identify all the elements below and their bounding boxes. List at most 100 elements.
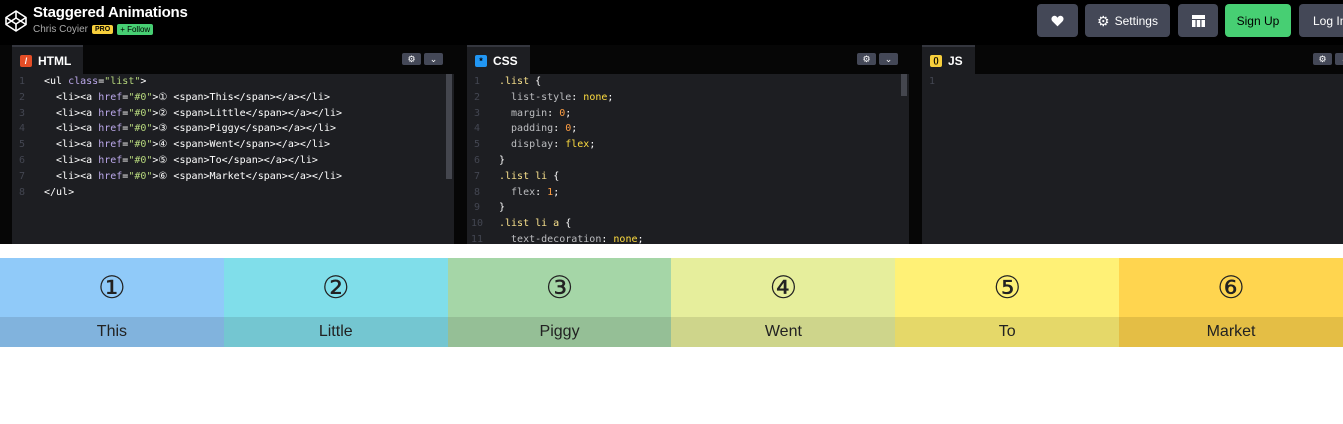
result-item-number: ② xyxy=(223,258,448,317)
code-token: : xyxy=(571,91,584,103)
code-line: 4 <li><a href="#0">③ <span>Piggy</span><… xyxy=(12,121,454,137)
line-number: 4 xyxy=(473,123,481,135)
result-item-number: ③ xyxy=(447,258,672,317)
result-item-label: Piggy xyxy=(447,317,672,347)
code-token: Went xyxy=(209,139,234,151)
code-line: 1 xyxy=(922,74,1343,90)
code-token: <a xyxy=(80,123,99,135)
settings-label: Settings xyxy=(1114,13,1158,28)
code-token: <ul xyxy=(44,76,69,87)
line-number: 1 xyxy=(18,76,26,87)
code-token: ; xyxy=(607,91,614,103)
html-editor-pane: / HTML ⚙ ⌄ 1 <ul class="list"> 2 <li><a hr… xyxy=(12,45,454,244)
js-chevron-down-icon[interactable]: ⌄ xyxy=(1335,53,1343,65)
result-item-market[interactable]: ⑥ Market xyxy=(1119,258,1343,347)
code-line: 8 </ul> xyxy=(12,185,454,201)
result-item-number: ① xyxy=(0,258,224,317)
line-number: 1 xyxy=(928,76,936,87)
follow-button[interactable]: + Follow xyxy=(117,23,154,35)
code-text: <li><a href="#0">③ <span>Piggy</span></a… xyxy=(44,121,336,137)
code-text: flex: 1; xyxy=(499,185,559,201)
html-code-editor[interactable]: 1 <ul class="list"> 2 <li><a href="#0">① <… xyxy=(12,74,454,244)
sign-up-button[interactable]: Sign Up xyxy=(1225,4,1291,37)
js-code-editor[interactable]: 1 xyxy=(922,74,1343,244)
js-settings-icon[interactable]: ⚙ xyxy=(1313,53,1332,65)
code-text: list-style: none; xyxy=(499,90,613,106)
heart-button[interactable] xyxy=(1037,4,1078,37)
editors-area: / HTML ⚙ ⌄ 1 <ul class="list"> 2 <li><a hr… xyxy=(0,45,1343,244)
code-token: Market xyxy=(209,170,246,182)
code-text: <li><a href="#0">⑥ <span>Market</span></… xyxy=(44,169,342,185)
code-token: <li> xyxy=(44,91,81,103)
code-token: This xyxy=(209,91,234,103)
code-token: >⑤ xyxy=(152,154,174,166)
log-in-button[interactable]: Log In xyxy=(1299,4,1343,37)
css-scrollbar[interactable] xyxy=(901,74,907,96)
top-bar: Staggered Animations Chris Coyier PRO + … xyxy=(0,0,1343,45)
css-code-editor[interactable]: 1 .list {2 list-style: none; 3 margin: 0; 4… xyxy=(467,74,909,244)
code-token: <span> xyxy=(173,139,210,151)
result-item-number: ④ xyxy=(671,258,896,317)
settings-button[interactable]: ⚙ Settings xyxy=(1085,4,1170,37)
code-token: : xyxy=(601,233,614,244)
css-chevron-down-icon[interactable]: ⌄ xyxy=(879,53,898,65)
code-token: >① xyxy=(152,91,174,103)
code-token: <li> xyxy=(44,107,81,119)
code-token: "#0" xyxy=(128,154,153,166)
code-text: <ul class="list"> xyxy=(44,74,146,90)
result-item-little[interactable]: ② Little xyxy=(223,258,448,347)
line-number: 3 xyxy=(473,107,481,119)
code-token: <span> xyxy=(173,91,210,103)
html-scrollbar[interactable] xyxy=(446,74,452,179)
result-item-number: ⑥ xyxy=(1119,258,1343,317)
code-token: > xyxy=(140,76,147,87)
result-item-label: Little xyxy=(223,317,448,347)
code-token: <a xyxy=(80,91,99,103)
code-token: </span></a></li> xyxy=(233,139,330,151)
code-text: <li><a href="#0">② <span>Little</span></… xyxy=(44,106,342,122)
code-token: <a xyxy=(80,170,99,182)
code-line: 2 <li><a href="#0">① <span>This</span></… xyxy=(12,90,454,106)
line-number: 2 xyxy=(473,91,481,103)
result-item-piggy[interactable]: ③ Piggy xyxy=(447,258,672,347)
layout-button[interactable] xyxy=(1178,4,1218,37)
js-icon: () xyxy=(930,54,942,67)
codepen-logo-icon[interactable] xyxy=(4,9,28,33)
code-token: "list" xyxy=(104,76,141,87)
code-text: text-decoration: none; xyxy=(499,232,644,244)
line-number: 6 xyxy=(473,154,481,166)
tab-html[interactable]: / HTML xyxy=(12,45,84,74)
tab-js[interactable]: () JS xyxy=(922,45,975,74)
code-token: ; xyxy=(589,139,596,151)
author-name[interactable]: Chris Coyier xyxy=(33,24,88,35)
code-token: </ul> xyxy=(44,186,75,198)
css-settings-icon[interactable]: ⚙ xyxy=(857,53,876,65)
code-text: } xyxy=(499,200,505,216)
result-item-label: This xyxy=(0,317,224,347)
code-token: <a xyxy=(80,154,99,166)
code-token: "#0" xyxy=(128,107,153,119)
code-text: .list li { xyxy=(499,169,559,185)
line-number: 5 xyxy=(18,139,26,151)
result-item-to[interactable]: ⑤ To xyxy=(895,258,1120,347)
code-text: <li><a href="#0">④ <span>Went</span></a>… xyxy=(44,137,330,153)
code-token: href xyxy=(98,170,123,182)
result-item-went[interactable]: ④ Went xyxy=(671,258,896,347)
layout-grid-icon xyxy=(1191,14,1205,27)
code-token: ; xyxy=(553,186,560,198)
code-line: 11 text-decoration: none; xyxy=(467,232,909,244)
code-token: } xyxy=(499,154,506,166)
line-number: 8 xyxy=(18,186,26,198)
code-token: ; xyxy=(571,123,578,135)
code-token: none xyxy=(613,233,638,244)
code-token: "#0" xyxy=(128,91,153,103)
result-item-label: To xyxy=(895,317,1120,347)
author-row: Chris Coyier PRO + Follow xyxy=(33,23,154,35)
result-item-this[interactable]: ① This xyxy=(0,258,224,347)
html-settings-icon[interactable]: ⚙ xyxy=(402,53,421,65)
tab-css[interactable]: * CSS xyxy=(467,45,530,74)
line-number: 6 xyxy=(18,154,26,166)
html-chevron-down-icon[interactable]: ⌄ xyxy=(424,53,443,65)
code-token: </span></a></li> xyxy=(239,123,336,135)
code-token: ; xyxy=(565,107,572,119)
